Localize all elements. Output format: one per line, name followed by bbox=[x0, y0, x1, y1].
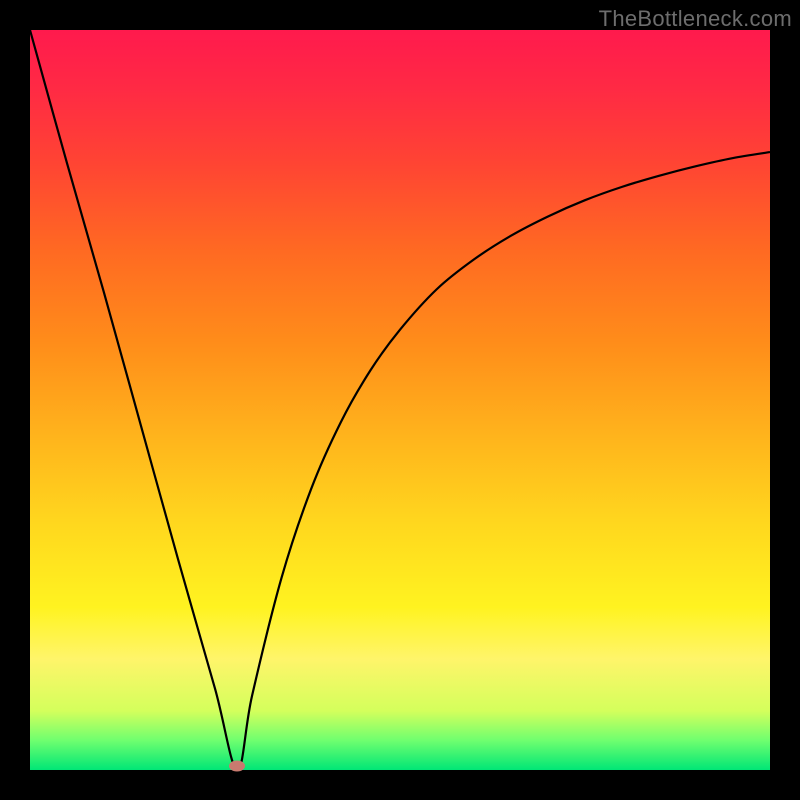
plot-area bbox=[30, 30, 770, 770]
optimum-marker bbox=[229, 761, 245, 772]
curve-path bbox=[30, 30, 770, 770]
bottleneck-curve bbox=[30, 30, 770, 770]
watermark-text: TheBottleneck.com bbox=[599, 6, 792, 32]
chart-frame: TheBottleneck.com bbox=[0, 0, 800, 800]
